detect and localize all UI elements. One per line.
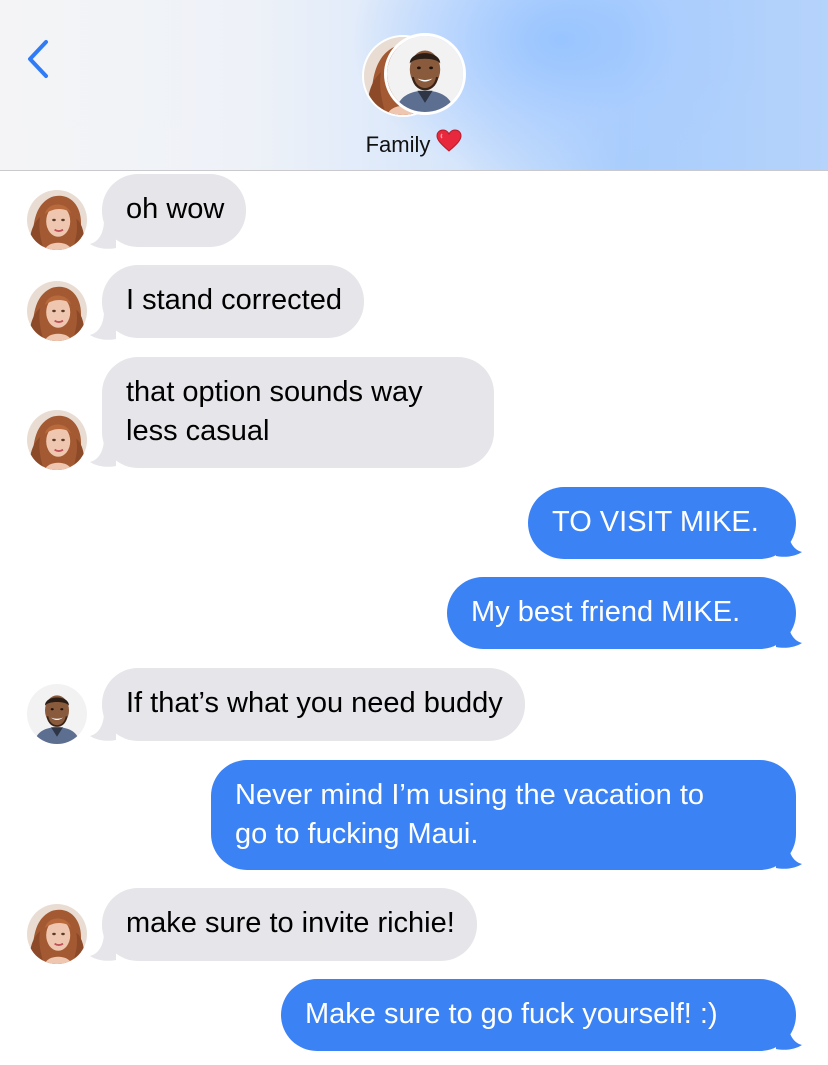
outgoing-message[interactable]: TO VISIT MIKE. [528, 487, 796, 559]
outgoing-message[interactable]: My best friend MIKE. [447, 577, 796, 649]
incoming-message[interactable]: I stand corrected [102, 265, 364, 338]
message-text: I stand corrected [126, 284, 342, 316]
message-text: make sure to invite richie! [126, 907, 455, 939]
conversation-header: Family [0, 0, 828, 171]
avatar-man [384, 33, 466, 115]
message-text: Make sure to go fuck yourself! :) [305, 998, 718, 1030]
message-text: oh wow [126, 193, 225, 225]
sender-avatar[interactable] [27, 410, 87, 470]
incoming-message[interactable]: make sure to invite richie! [102, 888, 477, 961]
sender-avatar[interactable] [27, 684, 87, 744]
message-text-line: that option sounds way [126, 376, 423, 408]
group-avatar[interactable] [358, 33, 470, 121]
message-text: TO VISIT MIKE. [552, 506, 759, 538]
chevron-left-icon [28, 40, 48, 78]
sender-avatar[interactable] [27, 281, 87, 341]
heart-icon [436, 129, 462, 159]
message-text-line: less casual [126, 415, 270, 447]
back-button[interactable] [22, 38, 56, 80]
message-text-line: Never mind I’m using the vacation to [235, 779, 705, 811]
group-title[interactable]: Family [0, 129, 828, 159]
outgoing-message[interactable]: Never mind I’m using the vacation to go … [211, 760, 796, 870]
incoming-message[interactable]: that option sounds way less casual [102, 357, 494, 468]
incoming-message[interactable]: oh wow [102, 174, 247, 247]
outgoing-message[interactable]: Make sure to go fuck yourself! :) [281, 979, 796, 1051]
incoming-message[interactable]: If that’s what you need buddy [102, 668, 525, 741]
message-text: If that’s what you need buddy [126, 687, 503, 719]
sender-avatar[interactable] [27, 904, 87, 964]
group-name-label: Family [365, 132, 431, 157]
message-text: My best friend MIKE. [471, 596, 741, 628]
sender-avatar[interactable] [27, 190, 87, 250]
message-text-line: go to fucking Maui. [235, 818, 479, 850]
